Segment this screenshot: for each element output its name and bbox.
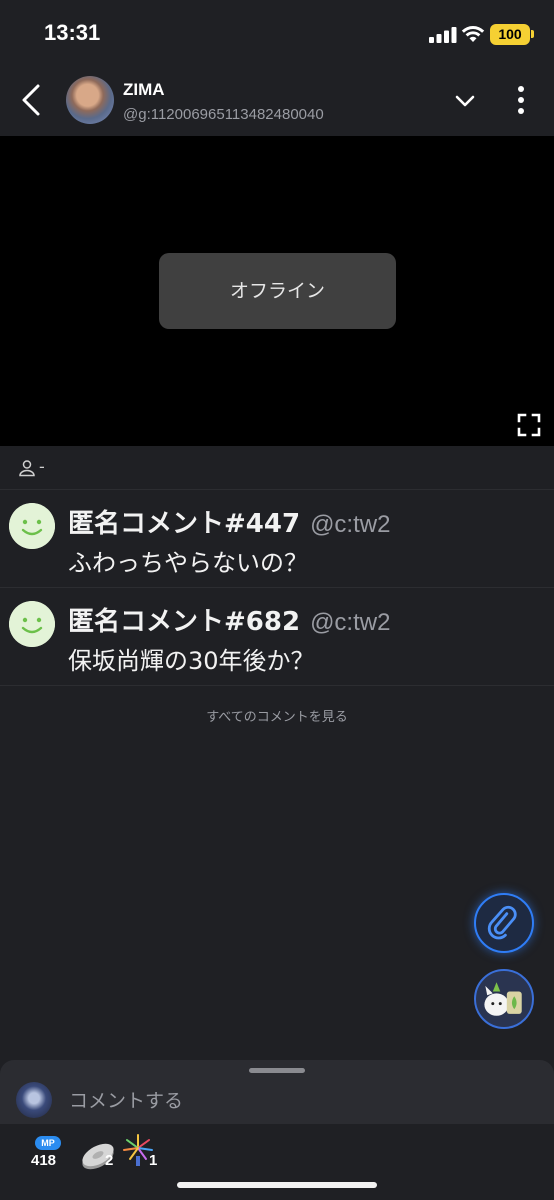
person-icon	[19, 460, 35, 477]
mp-count: 418	[31, 1152, 57, 1169]
attach-button[interactable]	[474, 893, 534, 953]
fullscreen-icon[interactable]	[517, 413, 541, 437]
channel-header: ZIMA @g:112006965113482480040	[0, 64, 554, 136]
viewer-row: -	[0, 446, 554, 490]
wifi-icon	[461, 26, 485, 42]
comment-header: 匿名コメント#682 @c:tw2	[68, 601, 390, 638]
status-bar: 13:31 100	[0, 0, 554, 64]
chevron-down-icon[interactable]	[452, 88, 478, 114]
see-all-comments-link[interactable]: すべてのコメントを見る	[0, 706, 554, 725]
signal-icon	[429, 27, 457, 43]
smiley-avatar-icon	[9, 503, 55, 549]
more-vertical-icon[interactable]	[510, 82, 532, 118]
channel-avatar[interactable]	[66, 76, 114, 124]
battery-indicator: 100	[490, 24, 530, 45]
back-arrow-icon[interactable]	[14, 80, 48, 120]
video-player[interactable]: オフライン	[0, 136, 554, 446]
mp-badge[interactable]: MP	[35, 1136, 61, 1150]
gift-button[interactable]	[474, 969, 534, 1029]
comment-author[interactable]: 匿名コメント#682	[68, 607, 300, 637]
comment-item[interactable]: 匿名コメント#682 @c:tw2 保坂尚輝の30年後か？	[0, 589, 554, 686]
comment-panel: コメントする MP 418 2 1	[0, 1060, 554, 1200]
paperclip-icon	[487, 905, 517, 940]
channel-id: @g:112006965113482480040	[123, 106, 324, 123]
firework-count: 1	[149, 1152, 158, 1169]
viewer-count: -	[39, 457, 45, 476]
comment-handle: @c:tw2	[310, 609, 391, 636]
actions-row: MP 418 2 1	[0, 1124, 554, 1200]
comment-input[interactable]: コメントする	[69, 1086, 183, 1113]
smiley-avatar-icon	[9, 601, 55, 647]
battery-tip	[531, 30, 534, 38]
comment-author[interactable]: 匿名コメント#447	[68, 509, 300, 539]
comment-text: 保坂尚輝の30年後か？	[68, 647, 315, 675]
drag-handle[interactable]	[249, 1068, 305, 1073]
coin-count: 2	[105, 1152, 114, 1169]
channel-name[interactable]: ZIMA	[123, 80, 165, 100]
comment-text: ふわっちやらないの？	[68, 549, 308, 577]
status-time: 13:31	[44, 20, 101, 45]
comment-header: 匿名コメント#447 @c:tw2	[68, 503, 390, 540]
comment-input-row: コメントする	[0, 1078, 554, 1126]
comment-handle: @c:tw2	[310, 511, 391, 538]
home-indicator[interactable]	[177, 1182, 377, 1188]
offline-label: オフライン	[159, 253, 396, 329]
user-avatar	[16, 1082, 52, 1118]
mascot-gift-icon	[484, 982, 522, 1016]
comment-item[interactable]: 匿名コメント#447 @c:tw2 ふわっちやらないの？	[0, 491, 554, 588]
